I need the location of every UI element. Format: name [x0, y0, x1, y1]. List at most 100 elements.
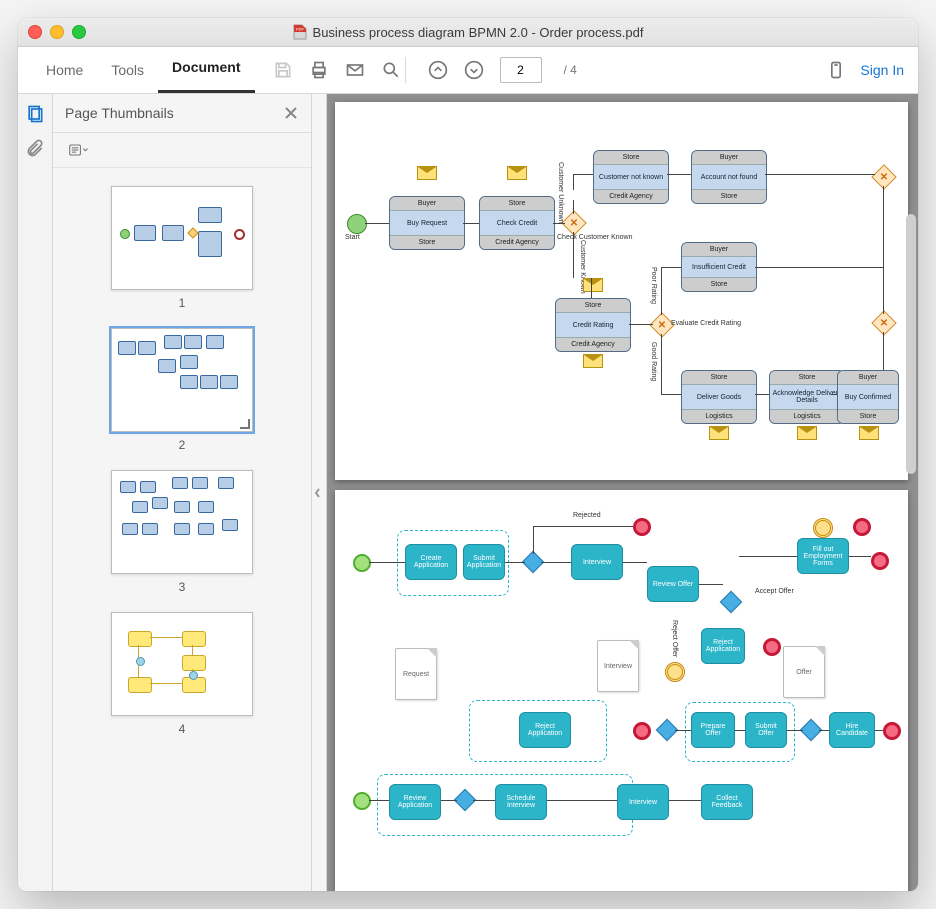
start-label: Start: [345, 234, 360, 241]
document-canvas[interactable]: Start Buyer Buy Request Store Store Chec…: [327, 94, 918, 891]
intermediate-event: [665, 662, 685, 682]
flow-label: Reject Offer: [671, 620, 678, 657]
start-event: [353, 554, 371, 572]
end-event: [763, 638, 781, 656]
end-event: [633, 518, 651, 536]
group-outline: [685, 702, 795, 762]
task-review-offer: Review Offer: [647, 566, 699, 602]
data-object-request: Request: [395, 648, 437, 700]
start-event: [347, 214, 367, 234]
gateway-merge-mid: ✕: [871, 310, 896, 335]
thumbnail-page-2[interactable]: 2: [111, 328, 253, 452]
flow-label: Customer Unknown: [557, 162, 564, 223]
task-ack-delivery: Store Acknowledge Delivery Details Logis…: [769, 370, 845, 424]
mode-tabs: Home Tools Document: [32, 47, 255, 93]
tab-document[interactable]: Document: [158, 44, 254, 93]
email-icon[interactable]: [345, 60, 365, 80]
window-title: PDF Business process diagram BPMN 2.0 - …: [18, 24, 918, 40]
tab-tools[interactable]: Tools: [97, 47, 158, 93]
thumbnails-title: Page Thumbnails: [65, 105, 174, 121]
task-create-application: Create Application: [405, 544, 457, 580]
task-reject-application-top: Reject Application: [701, 628, 745, 664]
thumbnails-list[interactable]: 1 2: [53, 168, 311, 891]
main-toolbar: Home Tools Document / 4 Sign In: [18, 47, 918, 94]
page-up-icon[interactable]: [428, 60, 448, 80]
thumbnail-page-1[interactable]: 1: [111, 186, 253, 310]
close-window-button[interactable]: [28, 25, 42, 39]
message-icon: [797, 426, 817, 440]
task-schedule-interview: Schedule Interview: [495, 784, 547, 820]
end-event: [853, 518, 871, 536]
message-icon: [417, 166, 437, 180]
print-icon[interactable]: [309, 60, 329, 80]
left-rail: [18, 94, 53, 891]
zoom-window-button[interactable]: [72, 25, 86, 39]
flow-label: Poor Rating: [650, 267, 657, 304]
window-controls: [28, 25, 86, 39]
gateway-label: Check Customer Known: [557, 234, 632, 241]
titlebar: PDF Business process diagram BPMN 2.0 - …: [18, 18, 918, 47]
page-total-label: / 4: [564, 63, 577, 77]
tab-home[interactable]: Home: [32, 47, 97, 93]
svg-text:PDF: PDF: [296, 27, 305, 32]
start-event: [353, 792, 371, 810]
message-icon: [709, 426, 729, 440]
page-down-icon[interactable]: [464, 60, 484, 80]
gateway: [720, 591, 743, 614]
thumbnail-page-3[interactable]: 3: [111, 470, 253, 594]
close-panel-icon[interactable]: [283, 105, 299, 121]
data-object-interview: Interview: [597, 640, 639, 692]
thumbnails-panel: Page Thumbnails 1: [53, 94, 312, 891]
gateway-customer-known: ✕: [561, 210, 586, 235]
flow-label: Accept Offer: [755, 588, 794, 595]
task-review-application: Review Application: [389, 784, 441, 820]
message-icon: [583, 278, 603, 292]
task-interview-bottom: Interview: [617, 784, 669, 820]
save-icon[interactable]: [273, 60, 293, 80]
end-event: [871, 552, 889, 570]
thumbnail-page-4[interactable]: 4: [111, 612, 253, 736]
task-deliver-goods: Store Deliver Goods Logistics: [681, 370, 757, 424]
page-number-input[interactable]: [500, 57, 542, 83]
toolbar-separator: [405, 57, 406, 83]
task-submit-application: Submit Application: [463, 544, 505, 580]
sign-in-link[interactable]: Sign In: [860, 62, 904, 78]
pdf-file-icon: PDF: [293, 24, 307, 40]
task-fill-forms: Fill out Employment Forms: [797, 538, 849, 574]
body: Page Thumbnails 1: [18, 94, 918, 891]
attachments-panel-icon[interactable]: [25, 138, 45, 158]
task-account-not-found: Buyer Account not found Store: [691, 150, 767, 204]
gateway-merge-top: ✕: [871, 164, 896, 189]
mobile-link-icon[interactable]: [826, 60, 846, 80]
gateway-label: Evaluate Credit Rating: [671, 320, 741, 327]
minimize-window-button[interactable]: [50, 25, 64, 39]
task-hire-candidate: Hire Candidate: [829, 712, 875, 748]
flow-label: Rejected: [573, 512, 601, 519]
collapse-panel-handle[interactable]: [312, 94, 327, 891]
end-event: [633, 722, 651, 740]
message-icon: [859, 426, 879, 440]
end-event: [883, 722, 901, 740]
task-buy-request: Buyer Buy Request Store: [389, 196, 465, 250]
intermediate-event: [813, 518, 833, 538]
task-interview: Interview: [571, 544, 623, 580]
message-icon: [583, 354, 603, 368]
task-insufficient-credit: Buyer Insufficient Credit Store: [681, 242, 757, 292]
message-icon: [507, 166, 527, 180]
search-icon[interactable]: [381, 60, 401, 80]
flow-label: Good Rating: [650, 342, 657, 381]
pdf-page-lower: Create Application Submit Application In…: [335, 490, 908, 891]
task-reject-application: Reject Application: [519, 712, 571, 748]
thumbnails-panel-icon[interactable]: [25, 104, 45, 124]
task-collect-feedback: Collect Feedback: [701, 784, 753, 820]
app-window: PDF Business process diagram BPMN 2.0 - …: [18, 18, 918, 891]
thumbnails-options-icon[interactable]: [65, 140, 93, 160]
scrollbar-thumb[interactable]: [906, 214, 916, 474]
task-credit-rating: Store Credit Rating Credit Agency: [555, 298, 631, 352]
chevron-left-icon: [313, 482, 323, 504]
pdf-page-upper: Start Buyer Buy Request Store Store Chec…: [335, 102, 908, 480]
data-object-offer: Offer: [783, 646, 825, 698]
task-check-credit: Store Check Credit Credit Agency: [479, 196, 555, 250]
task-buy-confirmed: Buyer Buy Confirmed Store: [837, 370, 899, 424]
task-customer-not-known: Store Customer not known Credit Agency: [593, 150, 669, 204]
